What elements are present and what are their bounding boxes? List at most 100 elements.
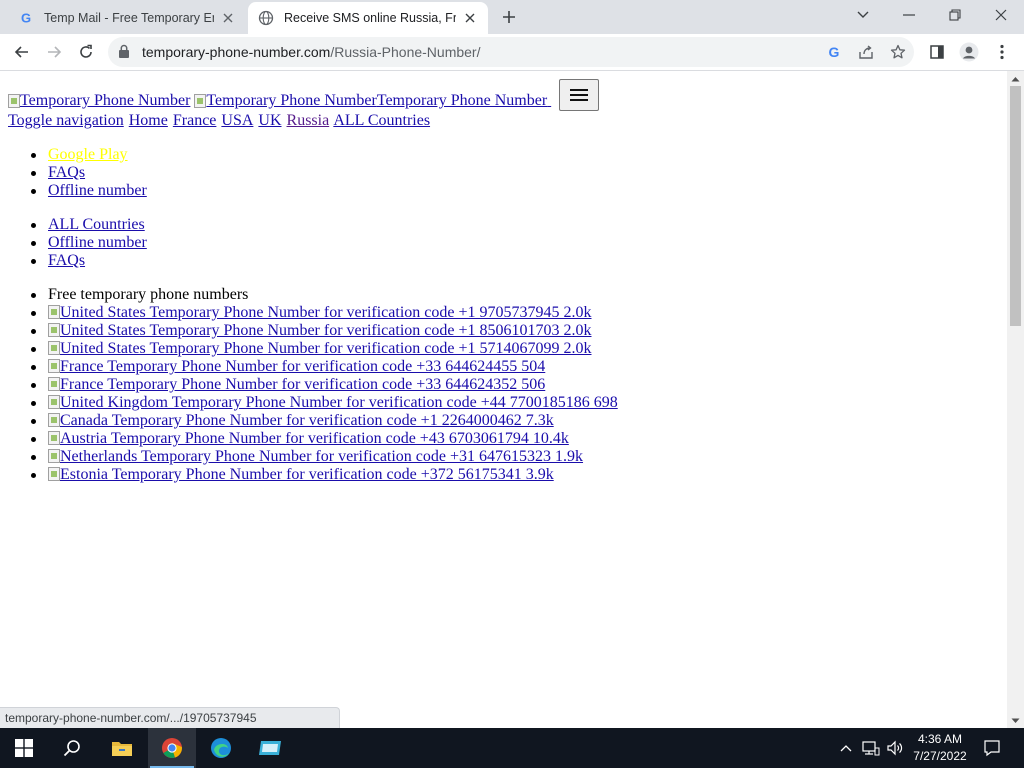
bookmark-star-icon[interactable] [890, 44, 906, 60]
brand-logo-alt-2: Temporary Phone Number [206, 92, 377, 109]
profile-avatar-icon[interactable] [959, 42, 979, 62]
flag-image-icon [48, 305, 60, 319]
globe-icon [258, 10, 274, 26]
list-item: United States Temporary Phone Number for… [31, 340, 618, 358]
flag-image-icon [48, 431, 60, 445]
brand-logo-link[interactable]: Temporary Phone Number [8, 91, 190, 111]
phone-number-link[interactable]: Canada Temporary Phone Number for verifi… [48, 412, 554, 429]
all-countries-link[interactable]: ALL Countries [48, 216, 145, 233]
lock-icon[interactable] [118, 44, 130, 64]
phone-number-link[interactable]: France Temporary Phone Number for verifi… [48, 376, 545, 393]
back-arrow-icon[interactable] [8, 38, 36, 66]
file-explorer-icon[interactable] [98, 728, 146, 768]
flag-image-icon [48, 341, 60, 355]
close-tab-icon[interactable] [462, 10, 478, 26]
flag-image-icon [48, 413, 60, 427]
brand-link[interactable]: Temporary Phone Number Temporary Phone Nu… [194, 91, 551, 111]
phone-number-text: France Temporary Phone Number for verifi… [60, 358, 546, 375]
phone-number-text: United States Temporary Phone Number for… [60, 322, 592, 339]
phone-list-heading: Free temporary phone numbers [31, 286, 618, 304]
phone-number-link[interactable]: Netherlands Temporary Phone Number for v… [48, 448, 583, 465]
side-panel-icon[interactable] [927, 42, 947, 62]
faqs-link[interactable]: FAQs [48, 252, 85, 269]
phone-number-text: United Kingdom Temporary Phone Number fo… [60, 394, 618, 411]
navbar-toggle-button[interactable] [559, 79, 599, 111]
scroll-down-arrow-icon[interactable] [1011, 716, 1020, 725]
share-icon[interactable] [858, 44, 874, 60]
nav-uk-link[interactable]: UK [258, 112, 281, 129]
flag-image-icon [48, 449, 60, 463]
google-lens-icon[interactable]: G [826, 44, 842, 60]
close-tab-icon[interactable] [220, 10, 236, 26]
phone-number-link[interactable]: Austria Temporary Phone Number for verif… [48, 430, 569, 447]
main-nav: Toggle navigation Home France USA UK Rus… [8, 111, 431, 131]
search-icon[interactable] [48, 728, 96, 768]
flag-image-icon [48, 323, 60, 337]
nav-usa-link[interactable]: USA [221, 112, 253, 129]
scroll-up-arrow-icon[interactable] [1011, 74, 1020, 83]
list-item: Offline number [31, 182, 147, 200]
taskbar: 4:36 AM 7/27/2022 [0, 728, 1024, 768]
list-item: Estonia Temporary Phone Number for verif… [31, 466, 618, 484]
show-hidden-icons-icon[interactable] [836, 728, 856, 768]
address-bar[interactable]: temporary-phone-number.com/Russia-Phone-… [108, 37, 914, 67]
chrome-icon[interactable] [148, 728, 196, 768]
list-item: Canada Temporary Phone Number for verifi… [31, 412, 618, 430]
faqs-link[interactable]: FAQs [48, 164, 85, 181]
nav-russia-link[interactable]: Russia [287, 112, 330, 129]
tab-temp-mail[interactable]: G Temp Mail - Free Temporary Ema [8, 2, 246, 34]
system-clock[interactable]: 4:36 AM 7/27/2022 [908, 731, 972, 765]
list-item: United States Temporary Phone Number for… [31, 322, 618, 340]
phone-number-link[interactable]: United Kingdom Temporary Phone Number fo… [48, 394, 618, 411]
volume-icon[interactable] [884, 728, 906, 768]
nav-all-countries-link[interactable]: ALL Countries [333, 112, 430, 129]
brand-text: Temporary Phone Number [376, 92, 548, 109]
reload-icon[interactable] [72, 38, 100, 66]
phone-number-text: United States Temporary Phone Number for… [60, 340, 592, 357]
list-item: Offline number [31, 234, 147, 252]
phone-number-link[interactable]: United States Temporary Phone Number for… [48, 322, 592, 339]
toggle-navigation-link[interactable]: Toggle navigation [8, 112, 124, 129]
brand-logo-alt: Temporary Phone Number [20, 92, 191, 109]
phone-number-link[interactable]: United States Temporary Phone Number for… [48, 304, 592, 321]
phone-number-text: Netherlands Temporary Phone Number for v… [60, 448, 584, 465]
broken-image-icon [8, 94, 20, 108]
url-host: temporary-phone-number.com [142, 44, 331, 60]
broken-image-icon [194, 94, 207, 108]
offline-number-link[interactable]: Offline number [48, 182, 147, 199]
list-item: France Temporary Phone Number for verifi… [31, 376, 618, 394]
top-menu-list: Google Play FAQs Offline number [31, 146, 147, 200]
phone-number-text: Canada Temporary Phone Number for verifi… [60, 412, 554, 429]
list-item: Netherlands Temporary Phone Number for v… [31, 448, 618, 466]
notification-icon[interactable] [980, 728, 1004, 768]
phone-number-list: Free temporary phone numbers United Stat… [31, 286, 618, 484]
scrollbar-thumb[interactable] [1010, 86, 1021, 326]
new-tab-button[interactable] [498, 6, 520, 28]
app-window-icon[interactable] [246, 728, 294, 768]
list-item: FAQs [31, 164, 147, 182]
more-menu-icon[interactable] [992, 42, 1012, 62]
phone-number-link[interactable]: Estonia Temporary Phone Number for verif… [48, 466, 554, 483]
google-play-link[interactable]: Google Play [48, 146, 128, 163]
list-item: Austria Temporary Phone Number for verif… [31, 430, 618, 448]
tab-strip: G Temp Mail - Free Temporary Ema Receive… [0, 0, 1024, 34]
tab-search-icon[interactable] [840, 0, 886, 30]
phone-number-link[interactable]: United States Temporary Phone Number for… [48, 340, 592, 357]
nav-home-link[interactable]: Home [129, 112, 168, 129]
secondary-menu-list: ALL Countries Offline number FAQs [31, 216, 147, 270]
phone-number-link[interactable]: France Temporary Phone Number for verifi… [48, 358, 545, 375]
windows-start-icon[interactable] [0, 728, 48, 768]
list-item: United States Temporary Phone Number for… [31, 304, 618, 322]
page-scrollbar[interactable] [1007, 71, 1024, 728]
close-window-icon[interactable] [978, 0, 1024, 30]
edge-icon[interactable] [197, 728, 245, 768]
list-item: Google Play [31, 146, 147, 164]
minimize-icon[interactable] [886, 0, 932, 30]
forward-arrow-icon[interactable] [40, 38, 68, 66]
offline-number-link[interactable]: Offline number [48, 234, 147, 251]
network-icon[interactable] [860, 728, 882, 768]
nav-france-link[interactable]: France [173, 112, 217, 129]
flag-image-icon [48, 377, 60, 391]
tab-receive-sms[interactable]: Receive SMS online Russia, Free [248, 2, 488, 34]
restore-icon[interactable] [932, 0, 978, 30]
